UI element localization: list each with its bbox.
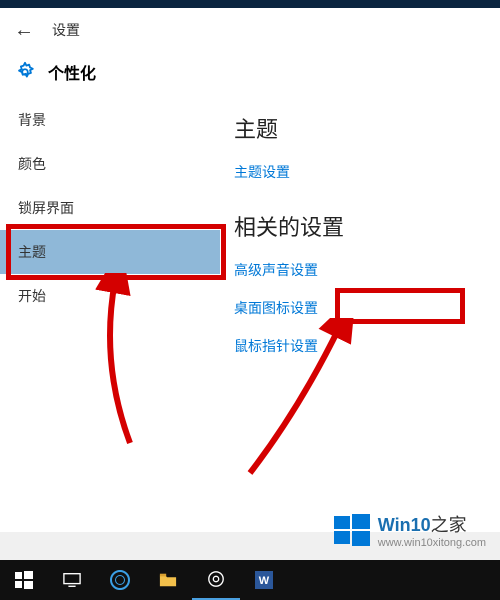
header-title: 设置 bbox=[52, 20, 80, 40]
link-mouse-pointer[interactable]: 鼠标指针设置 bbox=[234, 336, 500, 356]
watermark-brand: Win10之家 bbox=[378, 511, 467, 537]
taskbar: W bbox=[0, 560, 500, 600]
sidebar-item-start[interactable]: 开始 bbox=[0, 274, 220, 318]
sidebar-item-label: 锁屏界面 bbox=[18, 198, 74, 218]
link-advanced-sound[interactable]: 高级声音设置 bbox=[234, 260, 500, 280]
sidebar-item-themes[interactable]: 主题 bbox=[0, 230, 220, 274]
titlebar-strip bbox=[0, 0, 500, 8]
content-pane: 主题 主题设置 相关的设置 高级声音设置 桌面图标设置 鼠标指针设置 bbox=[220, 98, 500, 520]
windows-logo-icon bbox=[332, 510, 372, 550]
watermark-url: www.win10xitong.com bbox=[378, 537, 486, 549]
sidebar-item-label: 主题 bbox=[18, 242, 46, 262]
sidebar-item-label: 颜色 bbox=[18, 154, 46, 174]
sidebar: 背景 颜色 锁屏界面 主题 开始 bbox=[0, 98, 220, 520]
word-button[interactable]: W bbox=[240, 560, 288, 600]
back-icon[interactable]: ← bbox=[14, 19, 34, 42]
edge-icon bbox=[110, 570, 130, 590]
gear-icon bbox=[14, 61, 36, 83]
sidebar-item-colors[interactable]: 颜色 bbox=[0, 142, 220, 186]
edge-button[interactable] bbox=[96, 560, 144, 600]
category-row: 个性化 bbox=[0, 52, 500, 98]
settings-window: ← 设置 个性化 背景 颜色 锁屏界面 主题 开始 主题 主题设置 相关的设置 … bbox=[0, 8, 500, 532]
sidebar-item-label: 背景 bbox=[18, 110, 46, 130]
link-desktop-icons[interactable]: 桌面图标设置 bbox=[234, 298, 500, 318]
window-body: 背景 颜色 锁屏界面 主题 开始 主题 主题设置 相关的设置 高级声音设置 桌面… bbox=[0, 98, 500, 520]
taskview-button[interactable] bbox=[48, 560, 96, 600]
svg-text:W: W bbox=[259, 575, 270, 587]
window-header: ← 设置 bbox=[0, 8, 500, 52]
section-title-themes: 主题 bbox=[234, 112, 500, 144]
start-button[interactable] bbox=[0, 560, 48, 600]
explorer-button[interactable] bbox=[144, 560, 192, 600]
watermark: Win10之家 www.win10xitong.com bbox=[332, 510, 486, 550]
sidebar-item-label: 开始 bbox=[18, 286, 46, 306]
sidebar-item-background[interactable]: 背景 bbox=[0, 98, 220, 142]
category-title: 个性化 bbox=[48, 60, 96, 84]
link-theme-settings[interactable]: 主题设置 bbox=[234, 162, 500, 182]
settings-taskbar-button[interactable] bbox=[192, 560, 240, 600]
section-title-related: 相关的设置 bbox=[234, 210, 500, 242]
sidebar-item-lockscreen[interactable]: 锁屏界面 bbox=[0, 186, 220, 230]
